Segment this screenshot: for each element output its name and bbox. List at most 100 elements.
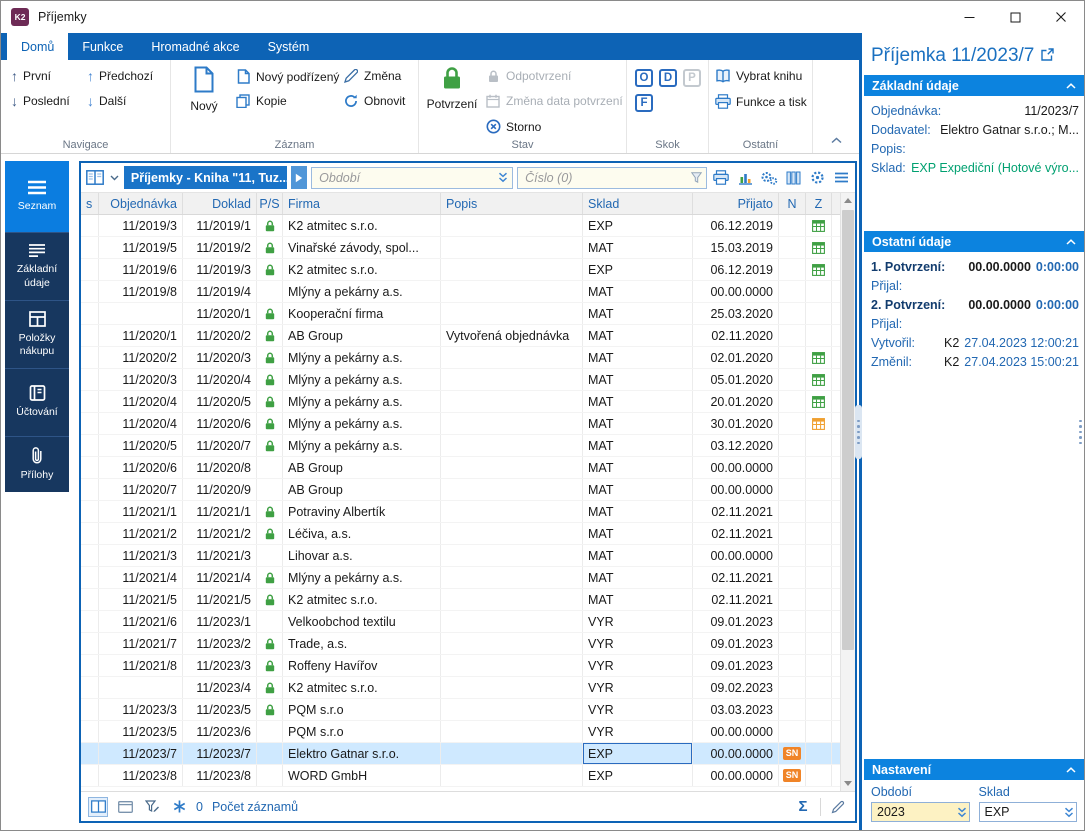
cell[interactable] bbox=[806, 325, 832, 346]
double-chevron-down-icon[interactable] bbox=[498, 172, 508, 183]
cell[interactable] bbox=[257, 303, 283, 324]
cell[interactable] bbox=[779, 501, 806, 522]
cell[interactable]: 11/2020/8 bbox=[183, 457, 257, 478]
cell[interactable] bbox=[779, 545, 806, 566]
edge-splitter-handle[interactable] bbox=[1077, 405, 1084, 459]
cell[interactable] bbox=[779, 237, 806, 258]
cell[interactable] bbox=[257, 479, 283, 500]
cell[interactable]: 11/2019/1 bbox=[183, 215, 257, 236]
cell[interactable]: 09.01.2023 bbox=[693, 633, 779, 654]
tab-domu[interactable]: Domů bbox=[7, 33, 68, 60]
cell[interactable]: 11/2020/9 bbox=[183, 479, 257, 500]
cell[interactable]: SN bbox=[779, 743, 806, 764]
cell[interactable] bbox=[779, 633, 806, 654]
cell[interactable] bbox=[81, 633, 99, 654]
next-button[interactable]: ↓Další bbox=[87, 94, 126, 108]
cell[interactable] bbox=[441, 765, 583, 786]
cell[interactable] bbox=[81, 413, 99, 434]
cell[interactable] bbox=[257, 347, 283, 368]
cell[interactable]: 09.01.2023 bbox=[693, 655, 779, 676]
scroll-up-button[interactable] bbox=[841, 193, 855, 208]
cell[interactable] bbox=[806, 589, 832, 610]
cell[interactable] bbox=[806, 765, 832, 786]
cell[interactable]: 11/2020/4 bbox=[183, 369, 257, 390]
cell[interactable] bbox=[779, 391, 806, 412]
cell[interactable] bbox=[441, 523, 583, 544]
cell[interactable]: WORD GmbH bbox=[283, 765, 441, 786]
previous-button[interactable]: ↑Předchozí bbox=[87, 69, 153, 83]
cell[interactable] bbox=[81, 721, 99, 742]
cell[interactable] bbox=[257, 457, 283, 478]
cell[interactable] bbox=[81, 677, 99, 698]
cell[interactable] bbox=[779, 281, 806, 302]
cell[interactable] bbox=[257, 765, 283, 786]
cell[interactable] bbox=[441, 215, 583, 236]
cell[interactable] bbox=[779, 347, 806, 368]
cell[interactable]: 11/2023/1 bbox=[183, 611, 257, 632]
cell[interactable] bbox=[806, 413, 832, 434]
cell[interactable]: 11/2019/8 bbox=[99, 281, 183, 302]
cell[interactable]: Vytvořená objednávka bbox=[441, 325, 583, 346]
unconfirm-button[interactable]: Odpotvrzení bbox=[485, 69, 571, 83]
cell[interactable]: 11/2023/5 bbox=[99, 721, 183, 742]
chevron-down-icon[interactable] bbox=[109, 175, 120, 181]
cell[interactable]: 11/2023/8 bbox=[99, 765, 183, 786]
cell[interactable]: VYR bbox=[583, 633, 693, 654]
cell[interactable]: 11/2021/4 bbox=[183, 567, 257, 588]
cell[interactable]: 11/2023/3 bbox=[183, 655, 257, 676]
cell[interactable]: Elektro Gatnar s.r.o. bbox=[283, 743, 441, 764]
cell[interactable] bbox=[441, 655, 583, 676]
cell[interactable] bbox=[779, 611, 806, 632]
cell[interactable]: 11/2021/3 bbox=[99, 545, 183, 566]
jump-o-button[interactable]: O bbox=[635, 69, 653, 87]
cell[interactable]: 15.03.2019 bbox=[693, 237, 779, 258]
cell[interactable] bbox=[441, 259, 583, 280]
vertical-scrollbar[interactable] bbox=[840, 193, 855, 791]
column-header-doklad[interactable]: Doklad bbox=[183, 193, 257, 214]
section-ostatni-udaje[interactable]: Ostatní údaje bbox=[864, 231, 1084, 252]
cell[interactable]: 02.11.2020 bbox=[693, 325, 779, 346]
cell[interactable]: 11/2019/3 bbox=[99, 215, 183, 236]
card-view-button[interactable] bbox=[115, 797, 135, 817]
cell[interactable]: K2 atmitec s.r.o. bbox=[283, 215, 441, 236]
cell[interactable]: 11/2023/5 bbox=[183, 699, 257, 720]
cell[interactable]: 11/2020/5 bbox=[99, 435, 183, 456]
scroll-down-button[interactable] bbox=[841, 776, 855, 791]
cell[interactable]: VYR bbox=[583, 611, 693, 632]
table-row[interactable]: 11/2023/511/2023/6PQM s.r.oVYR00.00.0000 bbox=[81, 721, 855, 743]
cell[interactable] bbox=[779, 567, 806, 588]
cell[interactable]: AB Group bbox=[283, 479, 441, 500]
cell[interactable]: Léčiva, a.s. bbox=[283, 523, 441, 544]
cell[interactable]: 11/2020/6 bbox=[183, 413, 257, 434]
cell[interactable] bbox=[779, 655, 806, 676]
cell[interactable] bbox=[779, 413, 806, 434]
cell[interactable]: 11/2019/4 bbox=[183, 281, 257, 302]
filter-edit-icon[interactable] bbox=[142, 797, 162, 817]
sidebar-item-zakladni-udaje[interactable]: Základní údaje bbox=[5, 233, 69, 301]
cell[interactable]: 30.01.2020 bbox=[693, 413, 779, 434]
cell[interactable]: 00.00.0000 bbox=[693, 281, 779, 302]
cell[interactable]: Mlýny a pekárny a.s. bbox=[283, 369, 441, 390]
table-row[interactable]: 11/2019/811/2019/4Mlýny a pekárny a.s.MA… bbox=[81, 281, 855, 303]
cell[interactable] bbox=[81, 567, 99, 588]
view-selector-icon[interactable] bbox=[85, 167, 105, 189]
last-button[interactable]: ↓Poslední bbox=[11, 94, 70, 108]
cell[interactable]: 11/2020/1 bbox=[183, 303, 257, 324]
table-row[interactable]: 11/2020/711/2020/9AB GroupMAT00.00.0000 bbox=[81, 479, 855, 501]
column-header-popis[interactable]: Popis bbox=[441, 193, 583, 214]
table-row[interactable]: 11/2023/711/2023/7Elektro Gatnar s.r.o.E… bbox=[81, 743, 855, 765]
cell[interactable] bbox=[806, 611, 832, 632]
sidebar-item-uctovani[interactable]: Účtování bbox=[5, 369, 69, 437]
cell[interactable]: PQM s.r.o bbox=[283, 721, 441, 742]
cell[interactable]: 09.02.2023 bbox=[693, 677, 779, 698]
cell[interactable] bbox=[806, 677, 832, 698]
select-book-button[interactable]: Vybrat knihu bbox=[715, 69, 802, 83]
cell[interactable] bbox=[779, 721, 806, 742]
menu-icon[interactable] bbox=[831, 167, 851, 189]
cell[interactable]: Mlýny a pekárny a.s. bbox=[283, 435, 441, 456]
cell[interactable] bbox=[779, 479, 806, 500]
table-row[interactable]: 11/2020/411/2020/5Mlýny a pekárny a.s.MA… bbox=[81, 391, 855, 413]
cell[interactable] bbox=[806, 347, 832, 368]
cell[interactable] bbox=[806, 523, 832, 544]
cell[interactable]: 11/2020/3 bbox=[99, 369, 183, 390]
